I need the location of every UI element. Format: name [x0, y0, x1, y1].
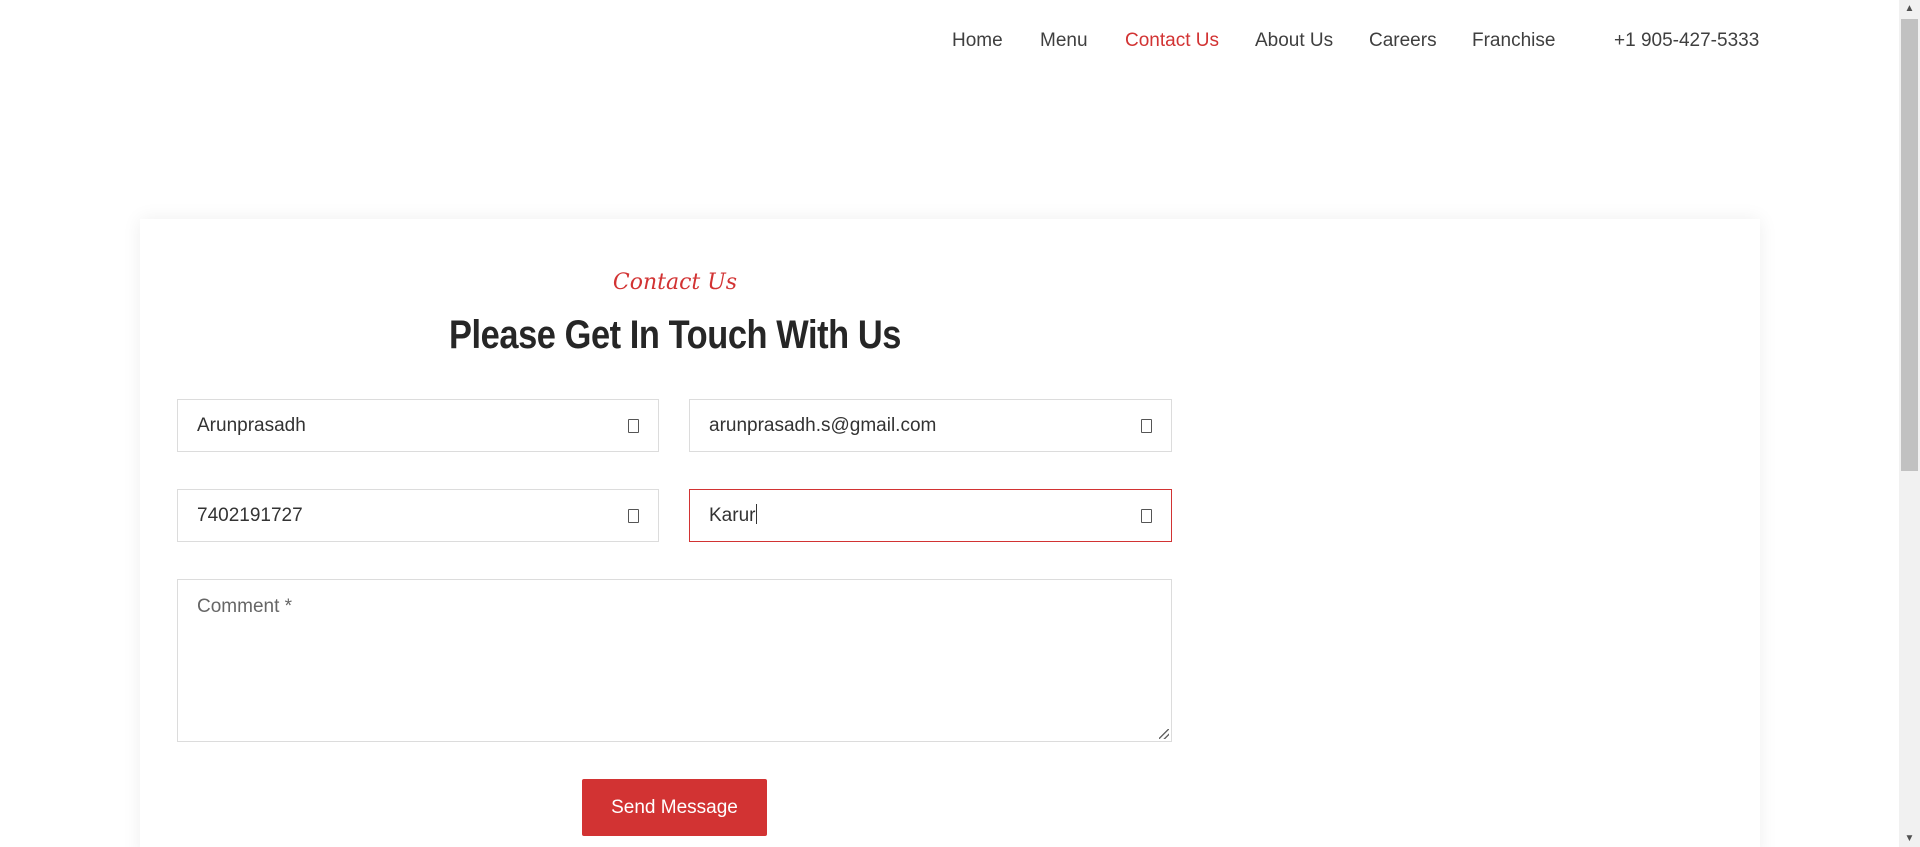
scroll-up-arrow-icon[interactable]: ▲ — [1899, 0, 1920, 17]
scroll-down-arrow-icon[interactable]: ▼ — [1899, 830, 1920, 847]
top-nav: Home Menu Contact Us About Us Careers Fr… — [0, 0, 1899, 80]
scroll-thumb[interactable] — [1901, 19, 1918, 471]
nav-contact-link[interactable]: Contact Us — [1125, 30, 1219, 52]
email-field[interactable]: arunprasadh.s@gmail.com — [689, 399, 1172, 452]
comment-textarea[interactable]: Comment * — [177, 579, 1172, 742]
input-icon — [1141, 418, 1152, 433]
input-icon — [628, 508, 639, 523]
input-icon — [1141, 508, 1152, 523]
send-message-button[interactable]: Send Message — [582, 779, 767, 836]
page-scrollbar[interactable]: ▲ ▼ — [1899, 0, 1920, 847]
nav-menu-link[interactable]: Menu — [1040, 30, 1088, 52]
input-icon — [628, 418, 639, 433]
page-title: Please Get In Touch With Us — [449, 313, 901, 357]
name-field-value: Arunprasadh — [197, 414, 306, 436]
city-field-value: Karur — [709, 505, 756, 526]
comment-placeholder: Comment * — [197, 596, 293, 617]
city-field[interactable]: Karur — [689, 489, 1172, 542]
phone-field[interactable]: 7402191727 — [177, 489, 659, 542]
phone-field-value: 7402191727 — [197, 504, 303, 526]
name-field[interactable]: Arunprasadh — [177, 399, 659, 452]
nav-franchise-link[interactable]: Franchise — [1472, 30, 1555, 52]
nav-phone-link[interactable]: +1 905-427-5333 — [1614, 30, 1759, 52]
email-field-value: arunprasadh.s@gmail.com — [709, 414, 937, 436]
resize-handle-icon[interactable] — [1159, 729, 1169, 739]
city-field-value-wrap: Karur — [709, 504, 1141, 527]
nav-home-link[interactable]: Home — [952, 30, 1003, 52]
nav-about-link[interactable]: About Us — [1255, 30, 1333, 52]
page: Home Menu Contact Us About Us Careers Fr… — [0, 0, 1920, 847]
nav-careers-link[interactable]: Careers — [1369, 30, 1437, 52]
section-eyebrow: Contact Us — [612, 270, 738, 295]
text-caret — [756, 504, 758, 524]
